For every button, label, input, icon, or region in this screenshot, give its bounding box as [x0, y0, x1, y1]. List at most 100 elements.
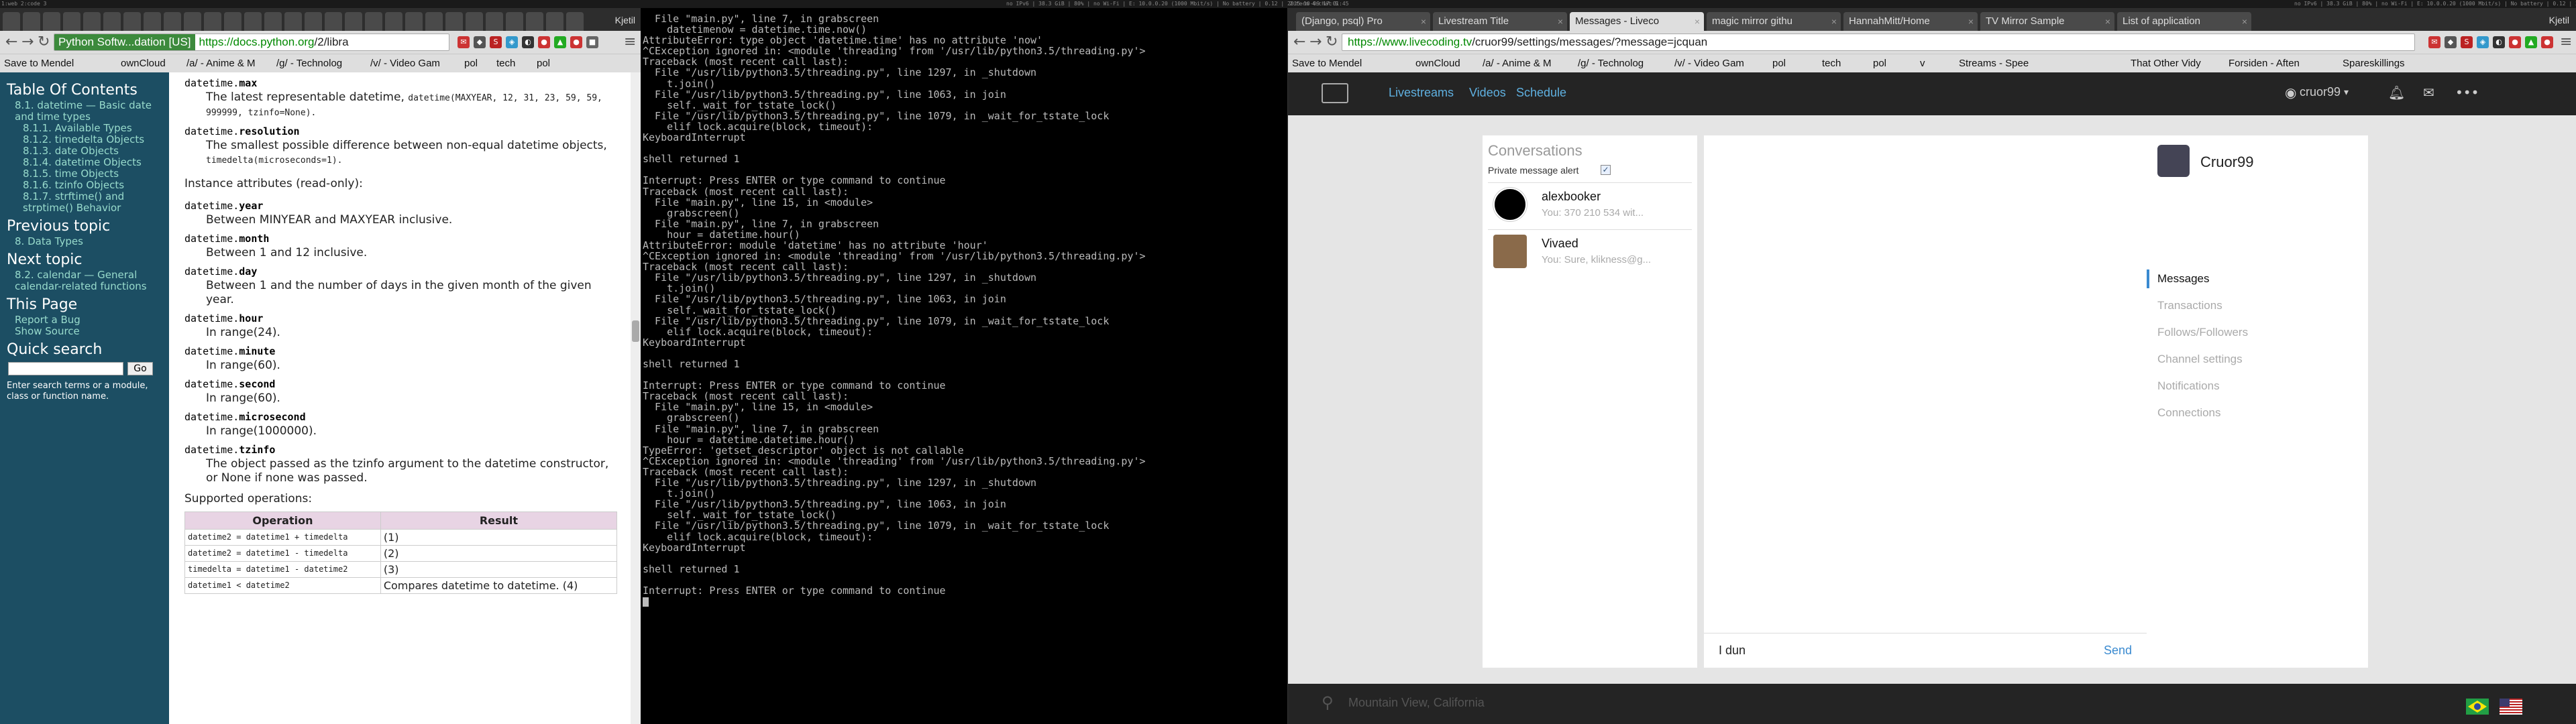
toc-item[interactable]: 8.1.1. Available Types	[15, 123, 162, 134]
tab-pinned-10[interactable]	[184, 12, 201, 31]
user-avatar-icon[interactable]: ◉	[2285, 84, 2296, 101]
bookmark[interactable]: Save to Mendel	[4, 57, 74, 70]
toc-item[interactable]: 8.1.2. timedelta Objects	[15, 134, 162, 145]
tab-pinned-24[interactable]	[466, 12, 483, 31]
tab-pinned-4[interactable]	[63, 12, 80, 31]
extension-icon-5[interactable]: ◐	[522, 36, 534, 48]
menu-icon[interactable]: ≡	[2560, 34, 2572, 50]
bookmark[interactable]: pol	[464, 57, 478, 70]
tab-pinned-21[interactable]	[405, 12, 423, 31]
tab-pinned-22[interactable]	[425, 12, 443, 31]
next-link[interactable]: 8.2. calendar — General calendar-related…	[7, 269, 162, 292]
menu-notifications[interactable]: Notifications	[2157, 379, 2220, 393]
extension-icon-5[interactable]: ◐	[2493, 36, 2505, 48]
tab-django[interactable]: (Django, psql) Pro ×	[1296, 12, 1430, 31]
bell-icon[interactable]: 🔔︎	[2388, 84, 2405, 101]
message-input[interactable]: I dun	[1719, 644, 1746, 658]
brazil-flag-icon[interactable]	[2466, 699, 2489, 715]
extension-icon-1[interactable]: ✉	[458, 36, 470, 48]
tab-pinned-12[interactable]	[224, 12, 241, 31]
tab-livestream[interactable]: Livestream Title ×	[1433, 12, 1567, 31]
us-flag-icon[interactable]	[2500, 699, 2522, 715]
bookmark[interactable]: Forsiden - Aften	[2229, 57, 2300, 70]
extension-icon-8[interactable]: ●	[2541, 36, 2553, 48]
search-input[interactable]	[8, 362, 123, 375]
extension-icon-3[interactable]: S	[490, 36, 502, 48]
tab-pinned-19[interactable]	[365, 12, 382, 31]
chevron-down-icon[interactable]: ▾	[2344, 87, 2349, 98]
tab-pinned-11[interactable]	[204, 12, 221, 31]
send-button[interactable]: Send	[2104, 644, 2132, 658]
bookmark[interactable]: pol	[1873, 57, 1886, 70]
terminal-window[interactable]: File "main.py", line 7, in grabscreen da…	[641, 8, 1288, 724]
report-bug-link[interactable]: Report a Bug	[7, 314, 162, 326]
menu-channel-settings[interactable]: Channel settings	[2157, 353, 2243, 366]
extension-icon-2[interactable]: ◆	[474, 36, 486, 48]
tab-pinned-7[interactable]	[123, 12, 141, 31]
tab-list-apps[interactable]: List of application ×	[2117, 12, 2251, 31]
bookmark[interactable]: ownCloud	[1415, 57, 1460, 70]
extension-icon-7[interactable]: ▲	[2525, 36, 2537, 48]
tab-pinned-28[interactable]	[546, 12, 564, 31]
bookmark[interactable]: /g/ - Technolog	[276, 57, 342, 70]
toc-item[interactable]: 8.1.4. datetime Objects	[15, 157, 162, 168]
prev-link[interactable]: 8. Data Types	[7, 236, 162, 247]
bookmark[interactable]: /a/ - Anime & M	[186, 57, 256, 70]
extension-icon-6[interactable]: ●	[2509, 36, 2521, 48]
back-icon[interactable]: ←	[1293, 34, 1305, 50]
close-tab-icon[interactable]: ×	[1558, 12, 1563, 31]
close-tab-icon[interactable]: ×	[1421, 12, 1426, 31]
scrollbar-thumb[interactable]	[632, 320, 639, 342]
bookmark[interactable]: ownCloud	[121, 57, 166, 70]
tab-pinned-2[interactable]	[23, 12, 40, 31]
close-tab-icon[interactable]: ×	[1695, 12, 1700, 31]
tab-messages[interactable]: Messages - Liveco ×	[1570, 12, 1704, 31]
toc-item[interactable]: 8.1.7. strftime() and strptime() Behavio…	[15, 191, 162, 214]
tab-magic-mirror[interactable]: magic mirror githu ×	[1707, 12, 1841, 31]
bookmark[interactable]: Streams - Spee	[1959, 57, 2029, 70]
tab-pinned-23[interactable]	[445, 12, 463, 31]
tab-pinned-1[interactable]	[3, 12, 20, 31]
bookmark[interactable]: /v/ - Video Gam	[370, 57, 440, 70]
menu-connections[interactable]: Connections	[2157, 406, 2221, 420]
bookmark[interactable]: /v/ - Video Gam	[1674, 57, 1744, 70]
workspace-list-right[interactable]: 2:term 4:chat 5	[1289, 1, 1338, 7]
tab-pinned-13[interactable]	[244, 12, 262, 31]
tab-hannahmitt[interactable]: HannahMitt/Home ×	[1843, 12, 1978, 31]
extension-icon-8[interactable]: ●	[570, 36, 582, 48]
tab-pinned-6[interactable]	[103, 12, 121, 31]
toc-item[interactable]: 8.1. datetime — Basic date and time type…	[15, 100, 162, 123]
bookmark[interactable]: /a/ - Anime & M	[1483, 57, 1552, 70]
menu-messages[interactable]: Messages	[2157, 272, 2209, 286]
tab-pinned-15[interactable]	[284, 12, 302, 31]
extension-icon-3[interactable]: S	[2461, 36, 2473, 48]
reload-icon[interactable]: ↻	[1326, 34, 1338, 50]
nav-livestreams[interactable]: Livestreams	[1389, 86, 1454, 100]
close-tab-icon[interactable]: ×	[2105, 12, 2110, 31]
tab-pinned-29[interactable]	[566, 12, 584, 31]
bookmark[interactable]: tech	[496, 57, 515, 70]
tab-pinned-18[interactable]	[345, 12, 362, 31]
more-icon[interactable]: •••	[2455, 84, 2479, 101]
right-omnibox[interactable]: https://www.livecoding.tv/cruor99/settin…	[1342, 34, 2415, 51]
extension-icon-7[interactable]: ▲	[554, 36, 566, 48]
tab-pinned-25[interactable]	[486, 12, 503, 31]
bookmark[interactable]: pol	[1772, 57, 1786, 70]
extension-icon-4[interactable]: ◈	[506, 36, 518, 48]
show-source-link[interactable]: Show Source	[7, 326, 162, 337]
tab-pinned-8[interactable]	[144, 12, 161, 31]
nav-videos[interactable]: Videos	[1469, 86, 1506, 100]
extension-icon-4[interactable]: ◈	[2477, 36, 2489, 48]
menu-follows[interactable]: Follows/Followers	[2157, 326, 2248, 339]
extension-icon-9[interactable]: ■	[586, 36, 598, 48]
close-tab-icon[interactable]: ×	[1831, 12, 1837, 31]
tab-pinned-5[interactable]	[83, 12, 101, 31]
bookmark[interactable]: tech	[1822, 57, 1841, 70]
mail-icon[interactable]: ✉	[2423, 84, 2434, 101]
user-menu[interactable]: cruor99	[2300, 85, 2341, 99]
menu-icon[interactable]: ≡	[624, 34, 636, 50]
extension-icon-2[interactable]: ◆	[2445, 36, 2457, 48]
go-button[interactable]: Go	[127, 362, 153, 375]
close-tab-icon[interactable]: ×	[2242, 12, 2247, 31]
alert-checkbox[interactable]: ✓	[1601, 165, 1611, 175]
